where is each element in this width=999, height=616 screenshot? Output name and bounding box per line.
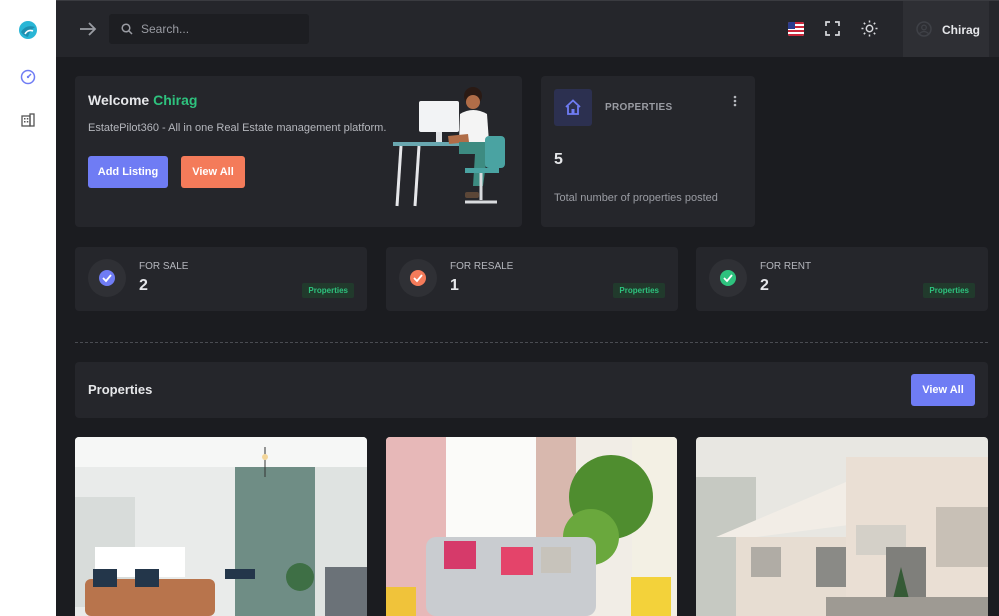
for-rent-badge: Properties <box>923 283 975 298</box>
listing-card-sofa-room[interactable] <box>386 437 677 616</box>
user-avatar-icon <box>916 21 932 37</box>
for-resale-icon-circle <box>399 259 437 297</box>
search-icon <box>121 23 133 35</box>
check-circle-icon <box>410 270 426 286</box>
for-rent-label: FOR RENT <box>760 261 812 272</box>
welcome-user-name: Chirag <box>153 92 198 108</box>
properties-summary-card: PROPERTIES 5 Total number of properties … <box>541 76 755 227</box>
properties-count: 5 <box>554 151 563 168</box>
menu-toggle-arrow-icon[interactable] <box>78 20 98 38</box>
house-exterior-photo <box>696 437 988 616</box>
view-all-properties-button[interactable]: View All <box>911 374 975 406</box>
for-sale-label: FOR SALE <box>139 261 189 272</box>
properties-section-header: Properties View All <box>75 362 988 418</box>
properties-icon-tile <box>554 89 592 126</box>
building-icon[interactable] <box>20 112 36 128</box>
app-logo-icon[interactable] <box>18 20 38 40</box>
for-resale-badge: Properties <box>613 283 665 298</box>
for-rent-card: FOR RENT 2 Properties <box>696 247 988 311</box>
for-sale-badge: Properties <box>302 283 354 298</box>
for-resale-label: FOR RESALE <box>450 261 514 272</box>
welcome-title: Welcome Chirag <box>88 92 197 108</box>
search-input[interactable] <box>141 14 301 44</box>
search-box <box>109 14 309 44</box>
sofa-room-photo <box>386 437 677 616</box>
welcome-card: Welcome Chirag EstatePilot360 - All in o… <box>75 76 522 227</box>
properties-subtitle: Total number of properties posted <box>554 192 718 204</box>
welcome-description: EstatePilot360 - All in one Real Estate … <box>88 122 387 134</box>
listing-card-living-room[interactable] <box>75 437 367 616</box>
section-divider <box>75 342 988 343</box>
more-options-icon[interactable] <box>733 95 737 107</box>
check-circle-icon <box>720 270 736 286</box>
for-sale-card: FOR SALE 2 Properties <box>75 247 367 311</box>
for-sale-value: 2 <box>139 277 148 294</box>
fullscreen-icon[interactable] <box>825 21 840 36</box>
listing-card-house-exterior[interactable] <box>696 437 988 616</box>
view-all-listings-button[interactable]: View All <box>181 156 245 188</box>
for-resale-card: FOR RESALE 1 Properties <box>386 247 678 311</box>
person-at-desk-illustration <box>393 87 505 207</box>
home-icon <box>565 99 581 115</box>
living-room-photo <box>75 437 367 616</box>
sun-theme-icon[interactable] <box>861 20 878 37</box>
for-sale-icon-circle <box>88 259 126 297</box>
welcome-prefix: Welcome <box>88 92 150 108</box>
user-name: Chirag <box>942 23 981 37</box>
for-rent-icon-circle <box>709 259 747 297</box>
add-listing-button[interactable]: Add Listing <box>88 156 168 188</box>
sidebar <box>0 0 56 616</box>
for-rent-value: 2 <box>760 277 769 294</box>
dashboard-gauge-icon[interactable] <box>20 69 36 85</box>
user-menu[interactable]: Chirag <box>903 1 989 57</box>
check-circle-icon <box>99 270 115 286</box>
us-flag-icon[interactable] <box>788 22 804 36</box>
for-resale-value: 1 <box>450 277 459 294</box>
properties-section-title: Properties <box>88 382 153 397</box>
top-bar: Chirag <box>56 0 999 57</box>
properties-label: PROPERTIES <box>605 102 673 113</box>
